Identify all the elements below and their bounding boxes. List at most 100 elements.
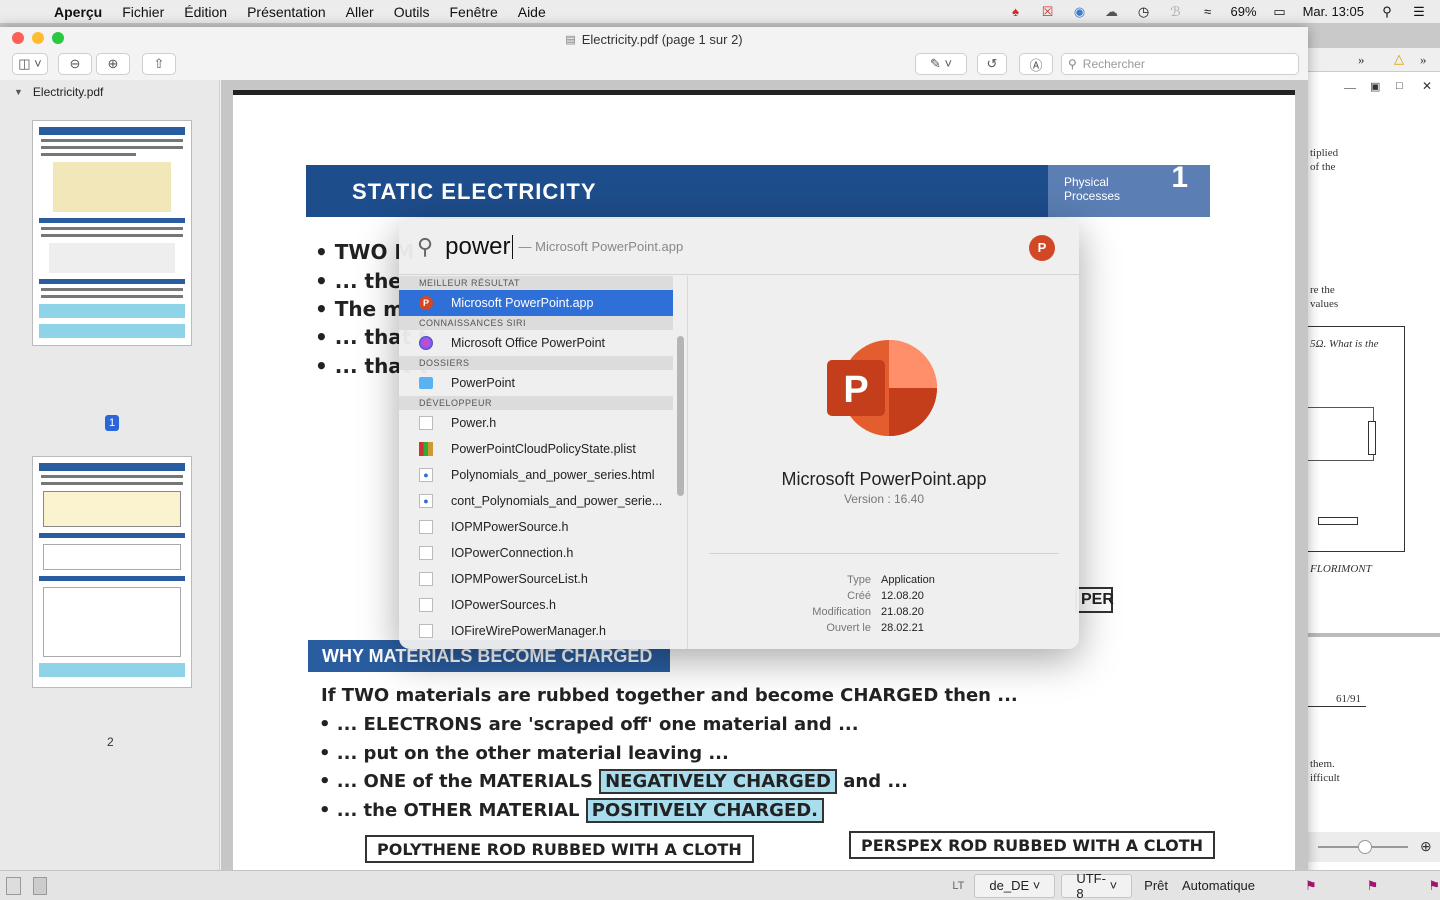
encoding-select[interactable]: UTF-8 ˅ <box>1061 871 1133 900</box>
category-header: CONNAISSANCES SIRI <box>399 316 673 330</box>
bottom-status-bar: LT de_DE ˅ UTF-8 ˅ Prêt Automatique ⚑ ⚑ … <box>0 870 1440 900</box>
divider <box>709 553 1059 554</box>
markup-pen-button[interactable]: ✎ ˅ <box>915 53 967 75</box>
result-item[interactable]: PowerPoint <box>399 370 673 396</box>
battery-icon[interactable]: ▭ <box>1271 4 1289 19</box>
result-item[interactable]: IOPMPowerSource.h <box>399 514 673 540</box>
language-select[interactable]: de_DE ˅ <box>974 873 1056 898</box>
spotlight-icon[interactable]: ⚲ <box>1378 4 1396 19</box>
result-item[interactable]: Power.h <box>399 410 673 436</box>
page-banner: STATIC ELECTRICITY Physical Processes 1 <box>306 163 1210 217</box>
meta-key: Ouvert le <box>826 622 871 634</box>
zoom-in-icon[interactable]: ⊕ <box>1420 839 1432 856</box>
control-center-icon[interactable]: ☰ <box>1410 4 1428 19</box>
menu-app[interactable]: Aperçu <box>54 4 102 20</box>
close-icon[interactable]: ✕ <box>1422 79 1432 94</box>
restore-icon[interactable]: ▣ <box>1370 80 1380 93</box>
result-item[interactable]: IOPowerSources.h <box>399 592 673 618</box>
menu-outils[interactable]: Outils <box>394 4 430 20</box>
meta-value: 21.08.20 <box>881 606 924 618</box>
sidebar-file-header[interactable]: ▼ Electricity.pdf <box>0 80 219 104</box>
spotlight-preview-pane: P Microsoft PowerPoint.app Version : 16.… <box>689 276 1079 649</box>
rod-label-polythene: POLYTHENE ROD RUBBED WITH A CLOTH <box>365 835 754 863</box>
results-scrollbar[interactable] <box>677 336 684 496</box>
result-item[interactable]: Microsoft Office PowerPoint <box>399 330 673 356</box>
fullscreen-window-button[interactable] <box>52 32 64 44</box>
status-text: Prêt <box>1144 878 1169 893</box>
body-line: • ... ELECTRONS are 'scraped off' one ma… <box>319 714 859 735</box>
marker-icon[interactable]: ⚑ <box>1367 878 1379 894</box>
two-page-view-icon[interactable] <box>32 876 48 895</box>
positively-charged-highlight: POSITIVELY CHARGED. <box>585 798 825 823</box>
text-fragment: tiplied <box>1310 147 1339 159</box>
document-icon <box>419 624 433 638</box>
body-line: • ... the OTHER MATERIAL POSITIVELY CHAR… <box>319 798 825 823</box>
bluetooth-icon[interactable]: ℬ <box>1167 4 1185 19</box>
result-item-selected[interactable]: P Microsoft PowerPoint.app <box>399 290 673 316</box>
spellcheck-icon[interactable]: LT <box>952 880 964 892</box>
menu-aller[interactable]: Aller <box>346 4 374 20</box>
single-page-view-icon[interactable] <box>6 876 21 895</box>
menu-fenetre[interactable]: Fenêtre <box>449 4 497 20</box>
maximize-icon[interactable]: □ <box>1396 80 1403 92</box>
folder-icon <box>419 377 433 389</box>
spotlight-results-list: MEILLEUR RÉSULTAT P Microsoft PowerPoint.… <box>399 276 688 649</box>
time-machine-icon[interactable]: ◷ <box>1135 4 1153 19</box>
close-box-icon[interactable]: ☒ <box>1039 4 1057 19</box>
menu-edition[interactable]: Édition <box>184 4 227 20</box>
overflow-icon[interactable]: » <box>1420 52 1427 68</box>
sidebar-toggle-button[interactable]: ◫ ˅ <box>12 53 48 75</box>
sync-icon[interactable]: ◉ <box>1071 4 1089 19</box>
zoom-out-button[interactable]: ⊖ <box>58 53 92 75</box>
page-number-1[interactable]: 1 <box>105 415 119 431</box>
result-item[interactable]: IOFireWirePowerManager.h <box>399 618 673 644</box>
menu-fichier[interactable]: Fichier <box>122 4 164 20</box>
warning-icon[interactable]: △ <box>1394 51 1404 67</box>
marker-icon[interactable]: ⚑ <box>1428 878 1440 894</box>
meta-value: Application <box>881 574 935 586</box>
share-button[interactable]: ⇧ <box>142 53 176 75</box>
menu-aide[interactable]: Aide <box>518 4 546 20</box>
disclosure-triangle-icon[interactable]: ▼ <box>14 87 23 97</box>
document-icon <box>419 546 433 560</box>
wifi-icon[interactable]: ≈ <box>1199 4 1217 19</box>
result-item[interactable]: IOPMPowerSourceList.h <box>399 566 673 592</box>
minimize-icon[interactable]: — <box>1344 80 1356 95</box>
search-placeholder: Rechercher <box>1082 57 1145 71</box>
page-number-2[interactable]: 2 <box>107 735 114 749</box>
cloud-icon[interactable]: ☁ <box>1103 4 1121 19</box>
page-thumbnail-1[interactable] <box>32 120 192 346</box>
spotlight-query-bar[interactable]: ⚲ power — Microsoft PowerPoint.app P <box>399 219 1079 275</box>
menu-presentation[interactable]: Présentation <box>247 4 326 20</box>
zoom-slider-thumb[interactable] <box>1358 840 1372 854</box>
page-thumbnail-2[interactable] <box>32 456 192 688</box>
result-item[interactable]: ● cont_Polynomials_and_power_serie... <box>399 488 673 514</box>
mode-text[interactable]: Automatique <box>1182 878 1255 893</box>
close-window-button[interactable] <box>12 32 24 44</box>
zoom-in-button[interactable]: ⊕ <box>96 53 130 75</box>
powerpoint-app-icon: P <box>827 340 937 436</box>
minimize-window-button[interactable] <box>32 32 44 44</box>
text-cursor <box>511 234 513 259</box>
spotlight-query-text[interactable]: power <box>445 233 510 261</box>
result-item[interactable]: PowerPointCloudPolicyState.plist <box>399 436 673 462</box>
circuit-figure: 5Ω. What is the <box>1308 326 1405 552</box>
category-header: MEILLEUR RÉSULTAT <box>399 276 673 290</box>
page-number: 61/91 <box>1336 693 1362 705</box>
search-field[interactable]: ⚲ Rechercher <box>1061 53 1299 75</box>
resistor <box>1368 421 1376 455</box>
rotate-button[interactable]: ↺ <box>977 53 1007 75</box>
text-fragment: of the <box>1310 161 1336 173</box>
annotate-button[interactable]: Ⓐ <box>1019 53 1053 75</box>
marker-icon[interactable]: ⚑ <box>1305 878 1317 894</box>
result-item[interactable]: IOPowerConnection.h <box>399 540 673 566</box>
chevron-right-icon[interactable]: » <box>1358 52 1365 68</box>
meta-key: Modification <box>812 606 871 618</box>
red-app-icon[interactable]: ♠ <box>1007 4 1025 19</box>
zoom-bar: ⊕ <box>1308 832 1440 862</box>
document-icon <box>419 572 433 586</box>
clock[interactable]: Mar. 13:05 <box>1303 4 1364 19</box>
plist-icon <box>419 442 433 456</box>
result-item[interactable]: ● Polynomials_and_power_series.html <box>399 462 673 488</box>
preview-metadata: Type Application Créé 12.08.20 Modificatio… <box>689 574 1079 638</box>
